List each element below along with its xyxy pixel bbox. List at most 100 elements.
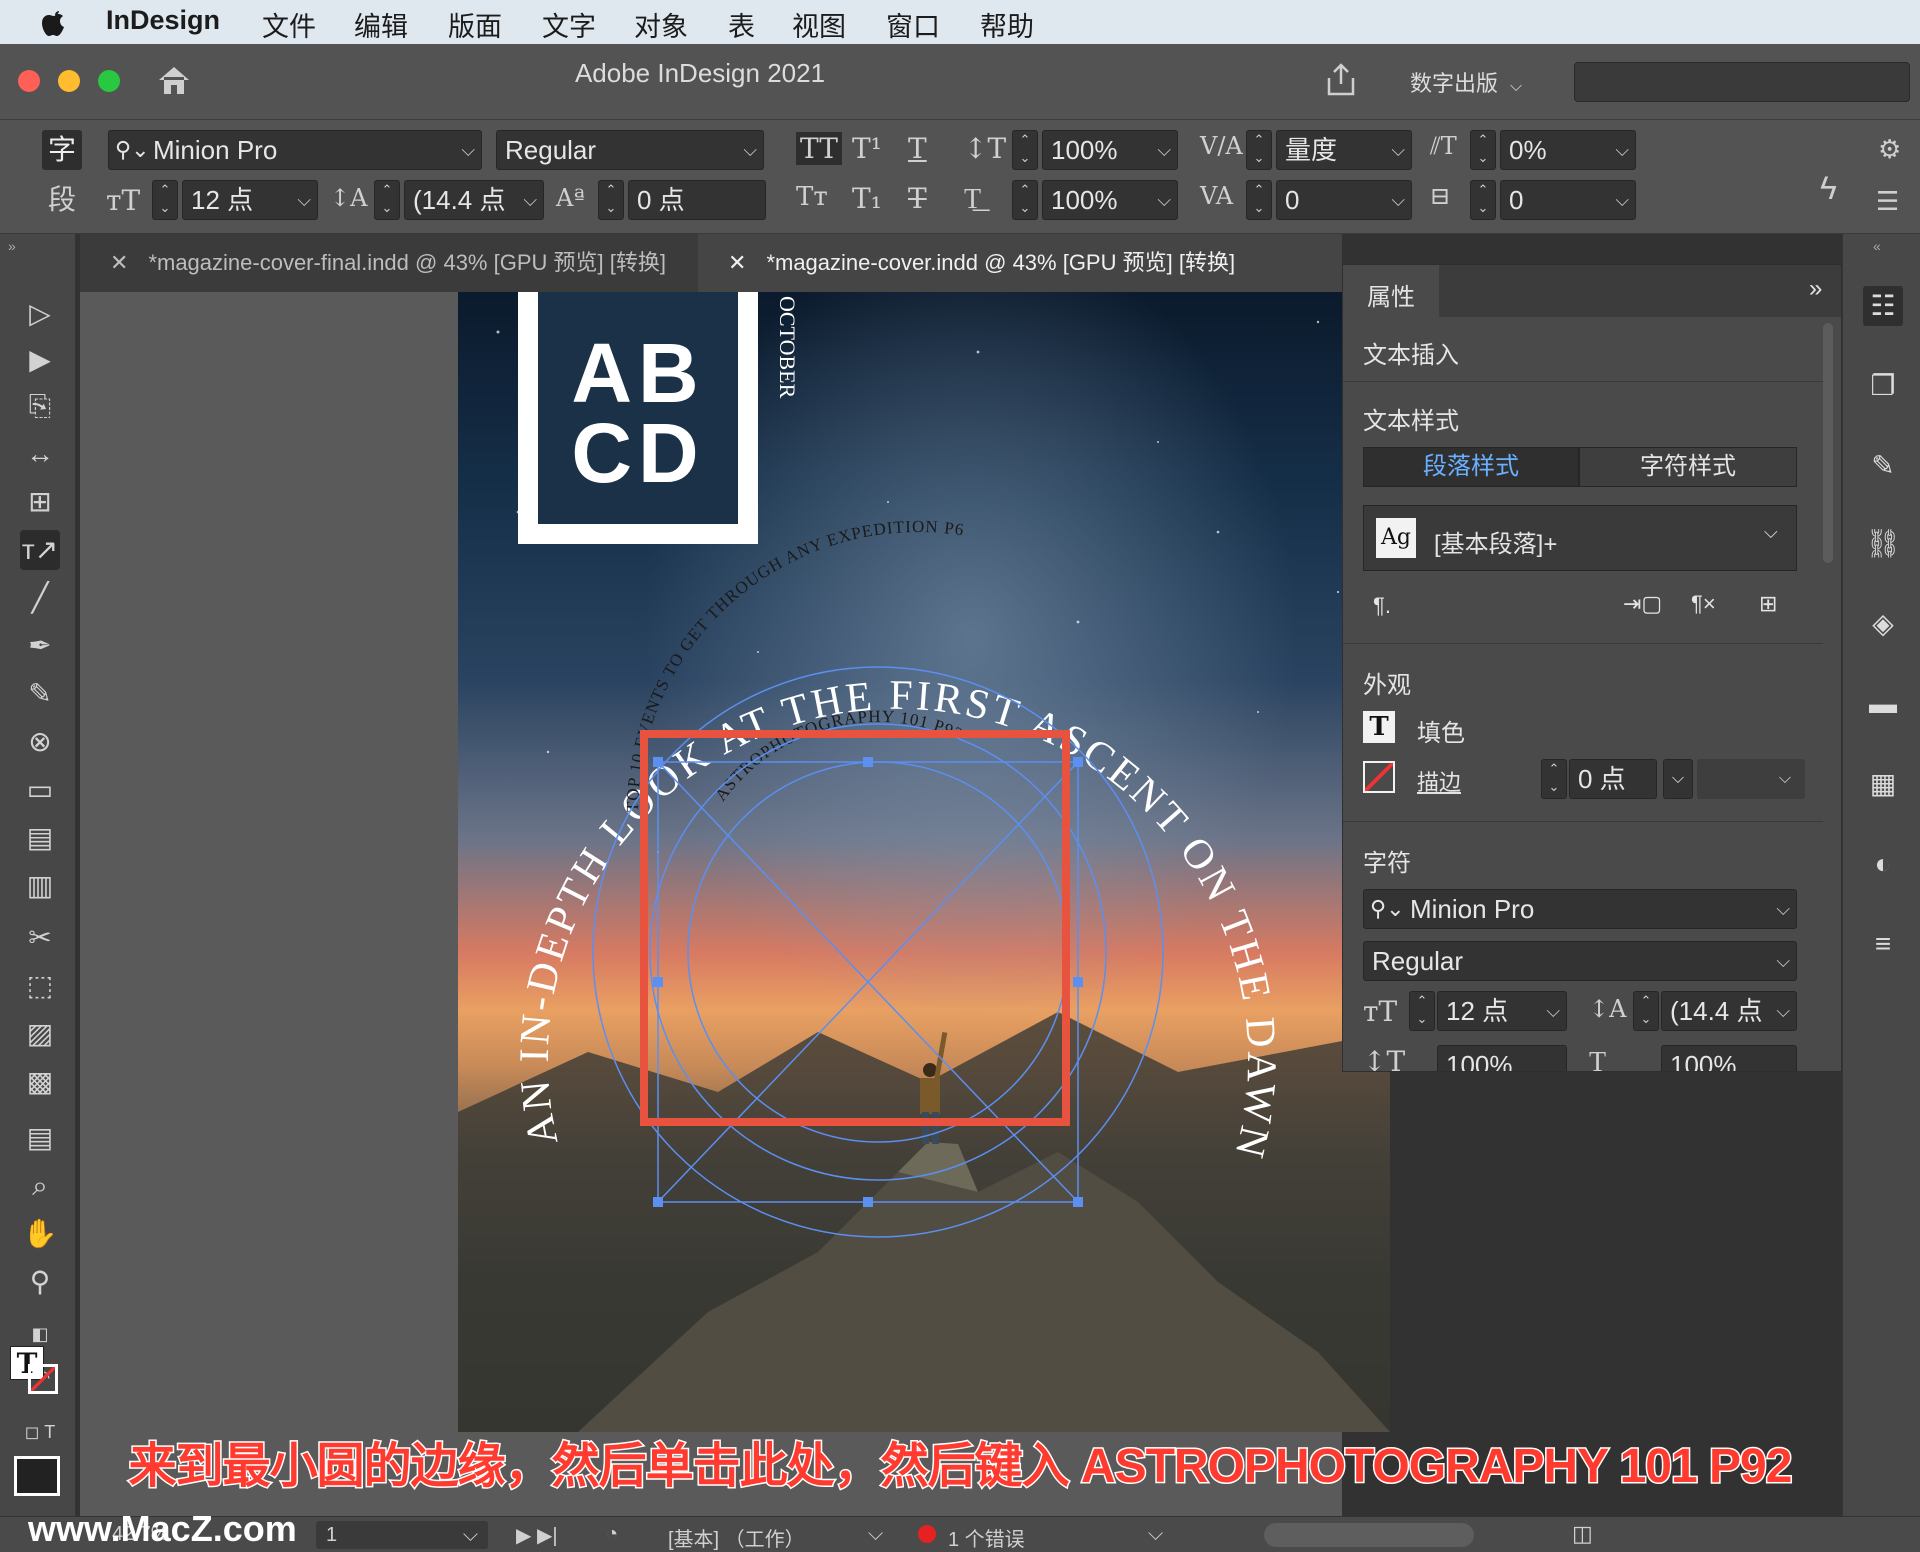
- tab-magazine-cover[interactable]: ✕ *magazine-cover.indd @ 43% [GPU 预览] [转换…: [698, 234, 1342, 292]
- expand-tools-icon[interactable]: »: [8, 238, 16, 254]
- search-field[interactable]: [1574, 62, 1910, 102]
- fill-swatch-icon[interactable]: T: [1363, 711, 1395, 743]
- stroke-weight-field[interactable]: 0 点: [1569, 759, 1657, 799]
- panel-menu-icon[interactable]: ☰: [1876, 186, 1899, 217]
- properties-panel-icon[interactable]: ☷: [1863, 286, 1903, 326]
- gap-tool-icon[interactable]: ↔: [20, 434, 60, 474]
- close-icon[interactable]: ✕: [110, 250, 128, 275]
- menu-layout[interactable]: 版面: [448, 5, 502, 44]
- menu-table[interactable]: 表: [728, 5, 755, 44]
- chevron-down-icon[interactable]: ⌵: [1148, 1523, 1163, 1546]
- stroke-type-dropdown[interactable]: ⌵: [1697, 759, 1805, 799]
- tab-magazine-cover-final[interactable]: ✕ *magazine-cover-final.indd @ 43% [GPU 预…: [80, 234, 690, 292]
- leading-stepper[interactable]: ⌃ ⌄: [374, 180, 400, 220]
- split-view-icon[interactable]: ◫: [1572, 1521, 1593, 1547]
- tab-paragraph-styles[interactable]: 段落样式: [1363, 447, 1579, 487]
- stroke-weight-dropdown[interactable]: ⌵: [1663, 759, 1693, 799]
- preflight-clock-icon[interactable]: ◔: [606, 1523, 618, 1546]
- zoom-tool-icon[interactable]: ⚲: [20, 1262, 60, 1302]
- rectangle-tool-icon[interactable]: ▭: [20, 770, 60, 810]
- skew-stepper[interactable]: ⌃ ⌄: [1470, 130, 1496, 170]
- menu-help[interactable]: 帮助: [980, 5, 1034, 44]
- collapse-panel-icon[interactable]: »: [1809, 275, 1822, 303]
- share-icon[interactable]: [1324, 62, 1358, 98]
- stroke-panel-icon[interactable]: ▬: [1863, 684, 1903, 724]
- document-canvas[interactable]: AB CD OCTOBER AN IN-DEPTH LOOK AT THE FI…: [80, 292, 1390, 1524]
- all-caps-icon[interactable]: TT: [796, 132, 842, 165]
- character-mode-button[interactable]: 字: [42, 130, 82, 170]
- underline-icon[interactable]: T: [908, 132, 927, 165]
- links-panel-icon[interactable]: ⛓: [1863, 524, 1903, 564]
- menu-window[interactable]: 窗口: [886, 5, 940, 44]
- panel-font-family-select[interactable]: ⚲⌄ Minion Pro ⌵: [1363, 889, 1797, 929]
- workspace-switcher[interactable]: 数字出版 ⌵: [1410, 66, 1522, 98]
- pilcrow-menu-icon[interactable]: ¶.: [1373, 593, 1391, 619]
- tab-character-styles[interactable]: 字符样式: [1579, 447, 1797, 487]
- quick-actions-icon[interactable]: ϟ: [1820, 170, 1837, 207]
- font-family-select[interactable]: ⚲⌄ Minion Pro ⌵: [108, 130, 482, 170]
- menu-file[interactable]: 文件: [262, 5, 316, 44]
- page-number-field[interactable]: 1 ⌵: [316, 1521, 488, 1549]
- swatches-panel-icon[interactable]: ▦: [1863, 764, 1903, 804]
- menu-app-name[interactable]: InDesign: [106, 5, 220, 36]
- type-on-path-tool-icon[interactable]: ᴛ↗: [20, 530, 60, 570]
- pen-tool-icon[interactable]: ✒: [20, 626, 60, 666]
- color-panel-icon[interactable]: ◐: [1863, 844, 1903, 884]
- menu-object[interactable]: 对象: [634, 5, 688, 44]
- error-count[interactable]: 1 个错误: [948, 1523, 1025, 1552]
- selection-tool-icon[interactable]: ▷: [20, 294, 60, 334]
- chevron-down-icon[interactable]: ⌵: [868, 1523, 883, 1546]
- horizontal-scale-field[interactable]: 100% ⌵: [1042, 180, 1178, 220]
- cc-libraries-icon[interactable]: ✎: [1863, 446, 1903, 486]
- superscript-icon[interactable]: T¹: [852, 132, 882, 165]
- stroke-swatch-icon[interactable]: [1363, 761, 1395, 793]
- content-collector-icon[interactable]: ⊞: [20, 482, 60, 522]
- apple-icon[interactable]: [40, 6, 68, 38]
- panel-leading-stepper[interactable]: ⌃ ⌄: [1633, 991, 1659, 1031]
- baseline-stepper[interactable]: ⌃ ⌄: [598, 180, 624, 220]
- new-style-icon[interactable]: ⊞: [1759, 591, 1777, 617]
- hscale-stepper[interactable]: ⌃ ⌄: [1012, 180, 1038, 220]
- magazine-cover-page[interactable]: AB CD OCTOBER AN IN-DEPTH LOOK AT THE FI…: [458, 292, 1390, 1432]
- font-size-field[interactable]: 12 点 ⌵: [182, 180, 318, 220]
- stroke-weight-stepper[interactable]: ⌃ ⌄: [1541, 759, 1567, 799]
- fill-stroke-swatch[interactable]: T: [10, 1346, 60, 1396]
- panel-leading-field[interactable]: (14.4 点 ⌵: [1661, 991, 1797, 1031]
- layers-panel-icon[interactable]: ◈: [1863, 604, 1903, 644]
- panel-font-size-field[interactable]: 12 点 ⌵: [1437, 991, 1567, 1031]
- table-tool-icon[interactable]: ▤: [20, 818, 60, 858]
- font-style-select[interactable]: Regular ⌵: [496, 130, 764, 170]
- note-tool-icon[interactable]: ▤: [20, 1118, 60, 1158]
- font-size-stepper[interactable]: ⌃ ⌄: [152, 180, 178, 220]
- hand-tool-icon[interactable]: ✋: [20, 1214, 60, 1254]
- horizontal-scrollbar[interactable]: [1264, 1523, 1474, 1547]
- panel-font-style-select[interactable]: Regular ⌵: [1363, 941, 1797, 981]
- gradient-swatch-tool-icon[interactable]: ▨: [20, 1014, 60, 1054]
- paragraph-style-select[interactable]: Ag [基本段落]+ ⌵: [1363, 505, 1797, 571]
- collapse-dock-icon[interactable]: «: [1873, 238, 1881, 254]
- kerning-stepper[interactable]: ⌃ ⌄: [1246, 130, 1272, 170]
- baseline-field[interactable]: 0 点: [628, 180, 766, 220]
- small-caps-icon[interactable]: Tт: [796, 182, 828, 212]
- pencil-tool-icon[interactable]: ✎: [20, 674, 60, 714]
- paragraph-styles-panel-icon[interactable]: ≡: [1863, 924, 1903, 964]
- panel-font-size-stepper[interactable]: ⌃ ⌄: [1409, 991, 1435, 1031]
- grid-tool-icon[interactable]: ▥: [20, 866, 60, 906]
- direct-selection-tool-icon[interactable]: ▶: [20, 340, 60, 380]
- scissors-tool-icon[interactable]: ✂: [20, 918, 60, 958]
- stroke-label[interactable]: 描边: [1417, 765, 1461, 797]
- tracking-stepper[interactable]: ⌃ ⌄: [1246, 180, 1272, 220]
- menu-view[interactable]: 视图: [792, 5, 846, 44]
- leading-field[interactable]: (14.4 点 ⌵: [404, 180, 544, 220]
- paragraph-mode-button[interactable]: 段: [42, 180, 82, 220]
- pages-panel-icon[interactable]: ❐: [1863, 366, 1903, 406]
- menu-edit[interactable]: 编辑: [354, 5, 408, 44]
- menu-type[interactable]: 文字: [542, 5, 596, 44]
- vscale-stepper[interactable]: ⌃ ⌄: [1012, 130, 1038, 170]
- strikethrough-icon[interactable]: T: [908, 182, 927, 215]
- page-tool-icon[interactable]: ⎘: [20, 386, 60, 426]
- next-page-icon[interactable]: ▶ ▶|: [516, 1523, 558, 1548]
- tracking-field[interactable]: 0 ⌵: [1276, 180, 1412, 220]
- skew-field[interactable]: 0% ⌵: [1500, 130, 1636, 170]
- preflight-profile[interactable]: [基本] （工作）: [668, 1523, 805, 1552]
